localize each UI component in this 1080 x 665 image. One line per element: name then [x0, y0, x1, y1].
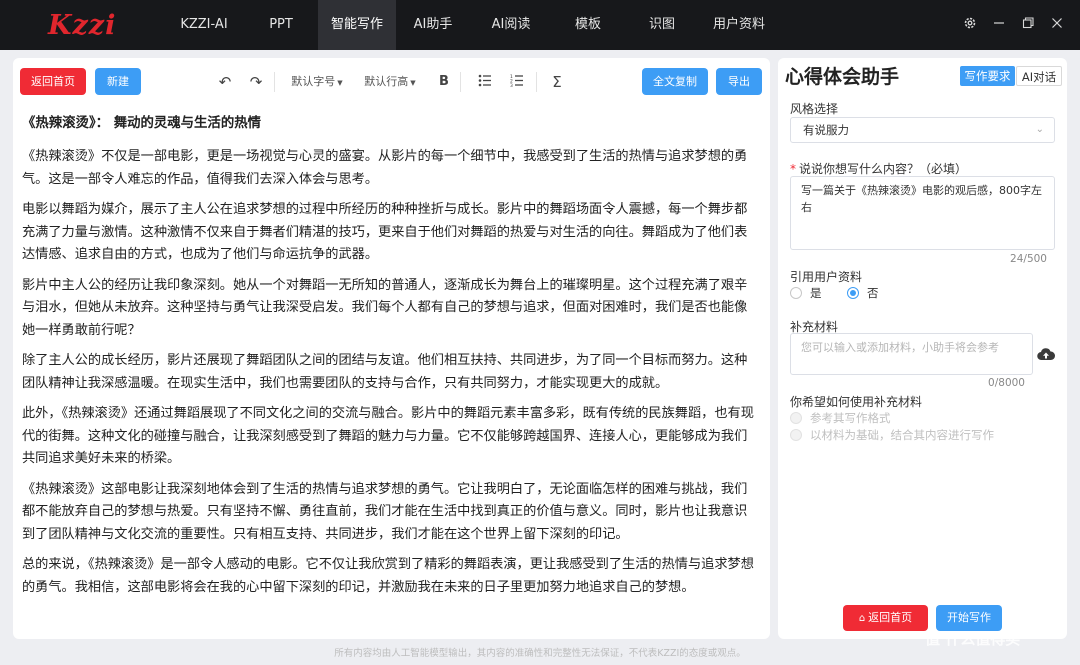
required-asterisk: * — [790, 162, 796, 176]
document-paragraph: 电影以舞蹈为媒介，展示了主人公在追求梦想的过程中所经历的种种挫折与成长。影片中的… — [22, 202, 748, 262]
toolbar-divider — [274, 72, 275, 92]
document-paragraph: 除了主人公的成长经历，影片还展现了舞蹈团队之间的团结与友谊。他们相互扶持、共同进… — [22, 353, 748, 391]
ref-user-data-label: 引用用户资料 — [790, 270, 863, 284]
redo-icon[interactable]: ↷ — [247, 73, 265, 91]
nav-kzzi-ai[interactable]: KZZI-AI — [165, 0, 243, 50]
ref-no-radio[interactable] — [847, 287, 859, 299]
home-icon: ⌂ — [858, 613, 866, 624]
tab-writing-requirements[interactable]: 写作要求 — [960, 66, 1015, 86]
svg-text:3: 3 — [510, 83, 513, 87]
document-paragraph: 《热辣滚烫》这部电影让我深刻地体会到了生活的热情与追求梦想的勇气。它让我明白了，… — [22, 481, 748, 542]
new-document-button[interactable]: 新建 — [95, 68, 141, 95]
upload-cloud-icon[interactable] — [1037, 346, 1056, 361]
material-char-counter: 0/8000 — [988, 377, 1025, 389]
panel-title: 心得体会助手 — [785, 66, 900, 88]
nav-ppt[interactable]: PPT — [252, 0, 310, 50]
nav-ai-assistant[interactable]: AI助手 — [398, 0, 468, 50]
nav-ai-reading[interactable]: AI阅读 — [476, 0, 546, 50]
ref-no-label: 否 — [867, 286, 879, 300]
panel-back-home-button[interactable]: ⌂ 返回首页 — [843, 605, 928, 631]
style-select[interactable]: 有说服力 ⌄ — [790, 117, 1055, 143]
line-height-label: 默认行高 — [364, 75, 409, 88]
export-button[interactable]: 导出 — [716, 68, 762, 95]
ref-yes-label: 是 — [810, 286, 822, 300]
toolbar-divider — [460, 72, 461, 92]
usage-content-radio[interactable] — [790, 429, 802, 441]
content-char-counter: 24/500 — [1010, 253, 1047, 265]
back-home-button[interactable]: 返回首页 — [20, 68, 86, 95]
usage-label: 你希望如何使用补充材料 — [790, 395, 923, 409]
chevron-down-icon: ▼ — [337, 79, 343, 87]
minimize-icon[interactable] — [991, 16, 1007, 32]
bullet-list-icon[interactable] — [476, 73, 494, 91]
document-paragraph: 影片中主人公的经历让我印象深刻。她从一个对舞蹈一无所知的普通人，逐渐成长为舞台上… — [22, 277, 748, 338]
site-watermark: 值 什么值得买 — [925, 630, 1021, 648]
document-body[interactable]: 《热辣滚烫》： 舞动的灵魂与生活的热情 《热辣滚烫》不仅是一部电影，更是一场视觉… — [22, 113, 758, 607]
undo-icon[interactable]: ↶ — [216, 73, 234, 91]
document-title: 《热辣滚烫》： 舞动的灵魂与生活的热情 — [22, 116, 261, 131]
document-paragraph: 总的来说，《热辣滚烫》是一部令人感动的电影。它不仅让我欣赏到了精彩的舞蹈表演，更… — [22, 557, 754, 595]
content-label: * 说说你想写什么内容？（必填） — [790, 160, 967, 177]
material-textarea[interactable]: 您可以输入或添加材料，小助手将会参考 — [790, 333, 1033, 375]
content-label-text: 说说你想写什么内容？（必填） — [799, 162, 968, 176]
copy-all-button[interactable]: 全文复制 — [642, 68, 708, 95]
bold-button[interactable]: B — [435, 73, 453, 91]
chevron-down-icon: ▼ — [410, 79, 416, 87]
restore-icon[interactable] — [1020, 16, 1036, 32]
usage-format-label: 参考其写作格式 — [810, 411, 891, 425]
line-height-select[interactable]: 默认行高 ▼ — [362, 73, 418, 91]
nav-templates[interactable]: 模板 — [560, 0, 616, 50]
nav-user-data[interactable]: 用户资料 — [702, 0, 776, 50]
formula-sigma-icon[interactable]: Σ — [548, 73, 566, 91]
gear-icon[interactable] — [962, 16, 978, 32]
style-select-value: 有说服力 — [803, 123, 849, 137]
usage-content-label: 以材料为基础，结合其内容进行写作 — [810, 428, 994, 442]
usage-format-radio[interactable] — [790, 412, 802, 424]
app-logo: Kzzi — [48, 10, 117, 41]
close-icon[interactable] — [1049, 16, 1065, 32]
document-paragraph: 《热辣滚烫》不仅是一部电影，更是一场视觉与心灵的盛宴。从影片的每一个细节中，我感… — [22, 149, 748, 187]
panel-back-home-label: 返回首页 — [868, 611, 913, 624]
nav-image-recognition[interactable]: 识图 — [638, 0, 686, 50]
tab-ai-chat[interactable]: AI对话 — [1016, 66, 1062, 86]
top-nav-bar: Kzzi KZZI-AI PPT 智能写作 AI助手 AI阅读 模板 识图 用户… — [0, 0, 1080, 50]
ref-yes-radio[interactable] — [790, 287, 802, 299]
content-textarea[interactable]: 写一篇关于《热辣滚烫》电影的观后感，800字左右 — [790, 176, 1055, 250]
style-label: 风格选择 — [790, 102, 839, 116]
numbered-list-icon[interactable]: 123 — [508, 73, 526, 91]
chevron-down-icon: ⌄ — [1035, 124, 1044, 135]
font-size-label: 默认字号 — [291, 75, 336, 88]
document-paragraph: 此外，《热辣滚烫》还通过舞蹈展现了不同文化之间的交流与融合。影片中的舞蹈元素丰富… — [22, 406, 754, 466]
disclaimer-text: 所有内容均由人工智能模型输出，其内容的准确性和完整性无法保证，不代表KZZI的态… — [334, 648, 746, 659]
nav-smart-writing[interactable]: 智能写作 — [318, 0, 396, 50]
toolbar-divider — [536, 72, 537, 92]
font-size-select[interactable]: 默认字号 ▼ — [289, 73, 345, 91]
